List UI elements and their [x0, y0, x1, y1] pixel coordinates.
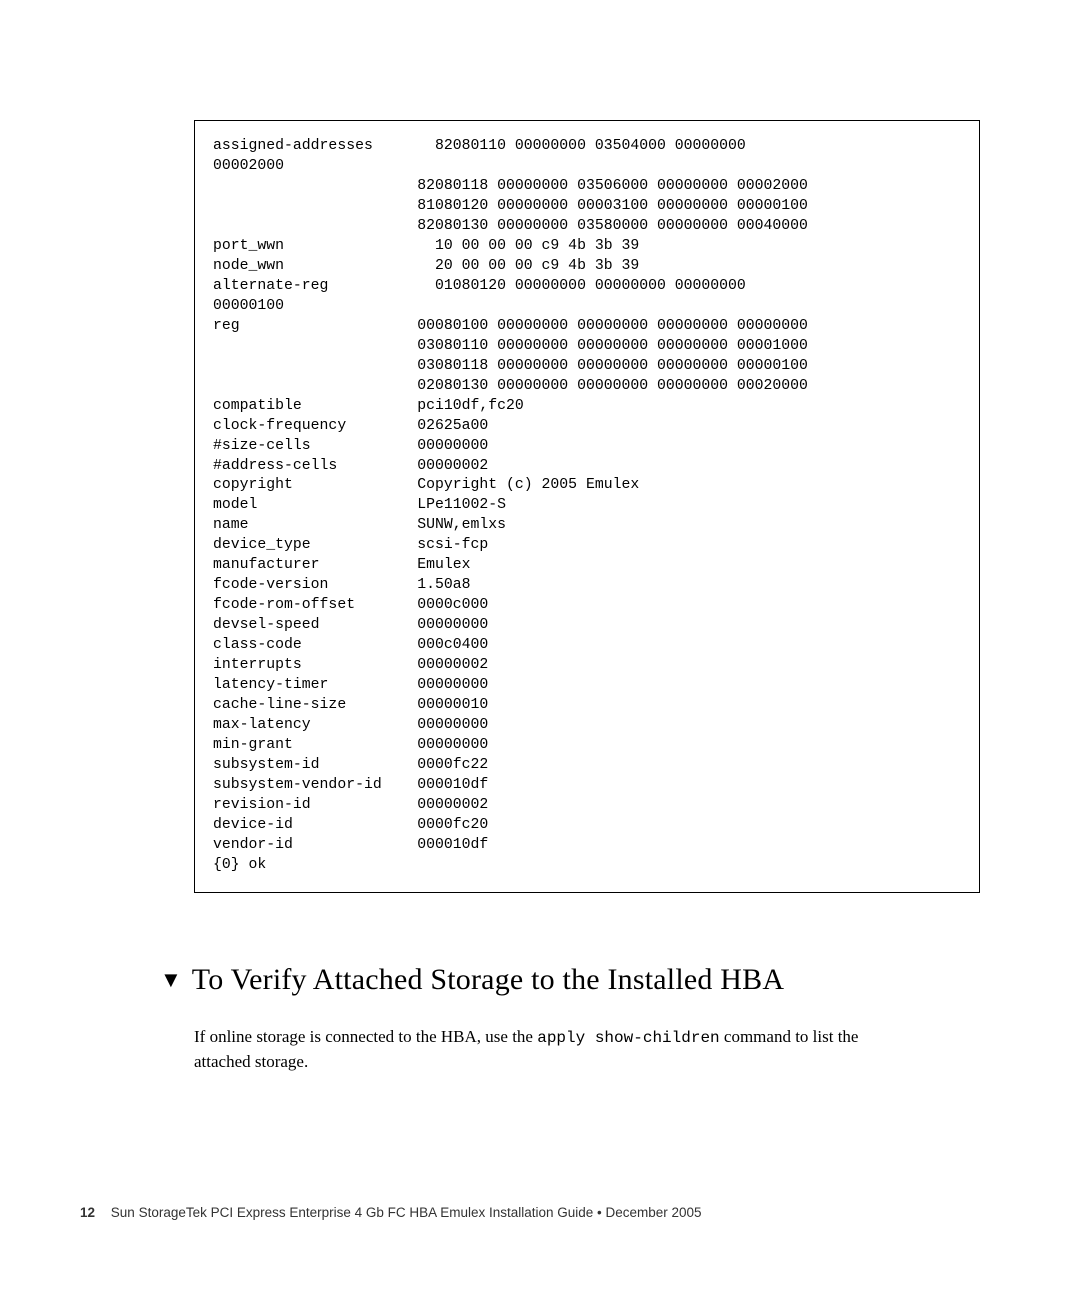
footer-text: Sun StorageTek PCI Express Enterprise 4 …: [111, 1205, 702, 1220]
page-footer: 12 Sun StorageTek PCI Express Enterprise…: [80, 1205, 702, 1220]
page-number: 12: [80, 1205, 95, 1220]
command-text: apply show-children: [537, 1029, 719, 1047]
section-heading: ▼ To Verify Attached Storage to the Inst…: [160, 963, 980, 997]
section-body: If online storage is connected to the HB…: [194, 1025, 914, 1075]
section-title: To Verify Attached Storage to the Instal…: [192, 963, 784, 997]
code-block: assigned-addresses 82080110 00000000 035…: [194, 120, 980, 893]
triangle-down-icon: ▼: [160, 969, 182, 991]
body-text-pre: If online storage is connected to the HB…: [194, 1027, 537, 1046]
